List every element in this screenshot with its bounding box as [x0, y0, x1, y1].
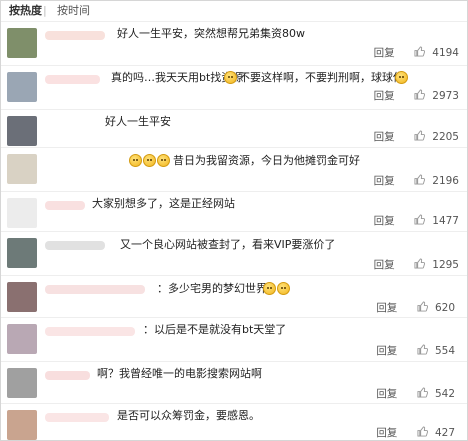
thumbs-up-icon[interactable] [417, 344, 428, 355]
comment-list-panel: 按热度 | 按时间 好人一生平安，突然想帮兄弟集资80w 回复 4194 真的吗… [0, 0, 468, 441]
comment-text: 又一个良心网站被查封了，看来VIP要涨价了 [120, 238, 336, 251]
emoji-group [395, 71, 409, 85]
avatar[interactable] [7, 368, 37, 398]
nickname-blurred[interactable] [45, 201, 85, 210]
nickname-blurred[interactable] [45, 75, 100, 84]
comment-text: ：多少宅男的梦幻世界 [157, 282, 267, 295]
like-count: 2205 [432, 131, 459, 143]
comment-item: ：以后是不是就没有bt天堂了 回复 554 [1, 317, 467, 361]
comment-actions: 回复 1477 [374, 214, 459, 228]
like-count: 542 [435, 388, 456, 400]
thumbs-up-icon[interactable] [414, 258, 425, 269]
nickname-blurred[interactable] [45, 285, 145, 294]
avatar[interactable] [7, 238, 37, 268]
like-count: 427 [435, 427, 456, 439]
nickname-blurred[interactable] [45, 157, 115, 166]
like-count: 554 [435, 345, 456, 357]
nickname-blurred[interactable] [45, 241, 105, 250]
comment-text: 大家别想多了，这是正经网站 [92, 197, 235, 210]
reply-button[interactable]: 回复 [374, 46, 395, 60]
comment-item: 大家别想多了，这是正经网站 回复 1477 [1, 191, 467, 231]
comment-text-end: 不要这样啊，不要判刑啊，球球你 [239, 71, 404, 84]
reply-button[interactable]: 回复 [376, 387, 397, 401]
avatar[interactable] [7, 282, 37, 312]
like-count: 1295 [432, 259, 459, 271]
emoji-group [224, 71, 238, 85]
nickname-blurred[interactable] [45, 119, 95, 128]
comment-text: 啊？我曾经唯一的电影搜索网站啊 [97, 367, 262, 380]
sweat-emoji-icon [395, 71, 408, 84]
pray-emoji-icon [129, 154, 142, 167]
laughing-emoji-icon [277, 282, 290, 295]
thumbs-up-icon[interactable] [417, 426, 428, 437]
nickname-blurred[interactable] [45, 413, 109, 422]
like-count: 2196 [432, 175, 459, 187]
sort-separator: | [43, 4, 47, 17]
like-count: 4194 [432, 47, 459, 59]
comment-text: ：以后是不是就没有bt天堂了 [143, 323, 287, 336]
comment-item: 又一个良心网站被查封了，看来VIP要涨价了 回复 1295 [1, 231, 467, 275]
reply-button[interactable]: 回复 [374, 214, 395, 228]
nickname-blurred[interactable] [45, 327, 135, 336]
thumbs-up-icon[interactable] [414, 214, 425, 225]
comment-item: 是否可以众筹罚金，要感恩。 回复 427 [1, 403, 467, 440]
comment-actions: 回复 2196 [374, 174, 459, 188]
comment-actions: 回复 2973 [374, 89, 459, 103]
avatar[interactable] [7, 72, 37, 102]
grin-emoji-icon [224, 71, 237, 84]
thumbs-up-icon[interactable] [417, 301, 428, 312]
comment-item: 好人一生平安，突然想帮兄弟集资80w 回复 4194 [1, 21, 467, 65]
thumbs-up-icon[interactable] [414, 130, 425, 141]
emoji-group [129, 154, 171, 168]
comment-actions: 回复 427 [376, 426, 459, 440]
emoji-group [263, 282, 291, 296]
pray-emoji-icon [143, 154, 156, 167]
laughing-emoji-icon [263, 282, 276, 295]
comment-actions: 回复 1295 [374, 258, 459, 272]
comment-item: 真的吗…我天天用bt找资源 不要这样啊，不要判刑啊，球球你 回复 2973 [1, 65, 467, 109]
reply-button[interactable]: 回复 [374, 130, 395, 144]
reply-button[interactable]: 回复 [376, 301, 397, 315]
thumbs-up-icon[interactable] [414, 174, 425, 185]
nickname-blurred[interactable] [45, 371, 90, 380]
comment-text: 好人一生平安，突然想帮兄弟集资80w [117, 27, 305, 40]
avatar[interactable] [7, 28, 37, 58]
comment-actions: 回复 4194 [374, 46, 459, 60]
comment-text: 昔日为我留资源，今日为他摊罚金可好 [173, 154, 360, 167]
reply-button[interactable]: 回复 [374, 89, 395, 103]
comment-item: 好人一生平安 回复 2205 [1, 109, 467, 147]
thumbs-up-icon[interactable] [414, 89, 425, 100]
avatar[interactable] [7, 410, 37, 440]
thumbs-up-icon[interactable] [417, 387, 428, 398]
reply-button[interactable]: 回复 [374, 258, 395, 272]
comment-text: 是否可以众筹罚金，要感恩。 [117, 409, 260, 422]
comment-item: 昔日为我留资源，今日为他摊罚金可好 回复 2196 [1, 147, 467, 191]
thumbs-up-icon[interactable] [414, 46, 425, 57]
sort-bar: 按热度 | 按时间 [1, 1, 467, 21]
avatar[interactable] [7, 154, 37, 184]
comment-item: 啊？我曾经唯一的电影搜索网站啊 回复 542 [1, 361, 467, 403]
nickname-blurred[interactable] [45, 31, 105, 40]
reply-button[interactable]: 回复 [374, 174, 395, 188]
avatar[interactable] [7, 198, 37, 228]
comment-actions: 回复 542 [376, 387, 459, 401]
reply-button[interactable]: 回复 [376, 426, 397, 440]
sort-by-time-tab[interactable]: 按时间 [57, 1, 90, 21]
like-count: 620 [435, 302, 456, 314]
comment-actions: 回复 2205 [374, 130, 459, 144]
comment-actions: 回复 554 [376, 344, 459, 358]
comment-text: 好人一生平安 [105, 115, 171, 128]
comment-actions: 回复 620 [376, 301, 459, 315]
like-count: 2973 [432, 90, 459, 102]
reply-button[interactable]: 回复 [376, 344, 397, 358]
like-count: 1477 [432, 215, 459, 227]
avatar[interactable] [7, 116, 37, 146]
comment-item: ：多少宅男的梦幻世界 回复 620 [1, 275, 467, 317]
avatar[interactable] [7, 324, 37, 354]
sort-by-hot-tab[interactable]: 按热度 [9, 1, 42, 21]
pray-emoji-icon [157, 154, 170, 167]
